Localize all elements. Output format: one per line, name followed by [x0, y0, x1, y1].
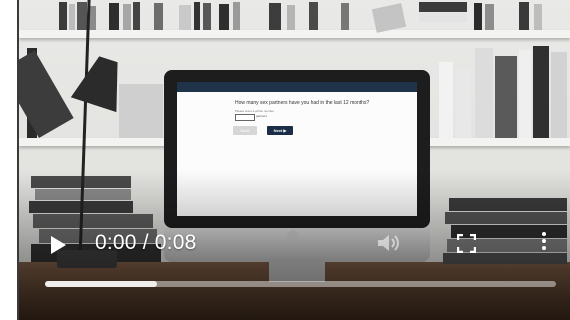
book: [123, 4, 131, 30]
survey-answer-field: [235, 114, 255, 121]
dot: [542, 232, 546, 236]
book: [194, 2, 200, 30]
book: [179, 5, 191, 30]
volume-icon[interactable]: [377, 232, 403, 254]
book: [77, 2, 87, 30]
book: [109, 3, 119, 30]
fullscreen-icon[interactable]: [457, 234, 476, 253]
book: [154, 3, 163, 30]
book: [519, 2, 529, 30]
book: [551, 52, 567, 138]
survey-hint: Please enter a whole number: [235, 109, 275, 113]
survey-header-bar: [177, 82, 417, 92]
book: [439, 62, 453, 138]
book: [269, 3, 281, 30]
book: [455, 68, 471, 138]
book: [119, 84, 163, 138]
book: [519, 50, 531, 138]
dot: [542, 246, 546, 250]
survey-question: How many sex partners have you had in th…: [235, 100, 370, 106]
survey-back-button: Back: [233, 126, 257, 135]
progress-bar[interactable]: [45, 281, 556, 287]
book: [534, 4, 542, 30]
progress-buffered: [45, 281, 158, 287]
book: [133, 2, 140, 30]
book: [495, 56, 517, 138]
book: [219, 4, 229, 30]
dot: [542, 239, 546, 243]
book: [203, 3, 211, 30]
more-vertical-icon[interactable]: [541, 232, 547, 254]
book: [474, 3, 482, 30]
time-display: 0:00 / 0:08: [95, 231, 197, 254]
survey-unit: partners: [256, 114, 268, 118]
book: [287, 5, 295, 30]
left-margin: [0, 0, 19, 320]
book: [233, 2, 240, 30]
book: [533, 46, 549, 138]
book: [309, 2, 318, 30]
book: [69, 4, 75, 30]
book: [419, 2, 467, 12]
book: [59, 2, 67, 30]
book: [485, 4, 494, 30]
video-player[interactable]: How many sex partners have you had in th…: [19, 0, 570, 320]
play-icon[interactable]: [51, 236, 66, 254]
book: [475, 48, 493, 138]
book: [419, 13, 467, 22]
survey-next-button: Next ▶: [267, 126, 293, 135]
shelf: [19, 30, 570, 38]
book: [341, 3, 349, 30]
